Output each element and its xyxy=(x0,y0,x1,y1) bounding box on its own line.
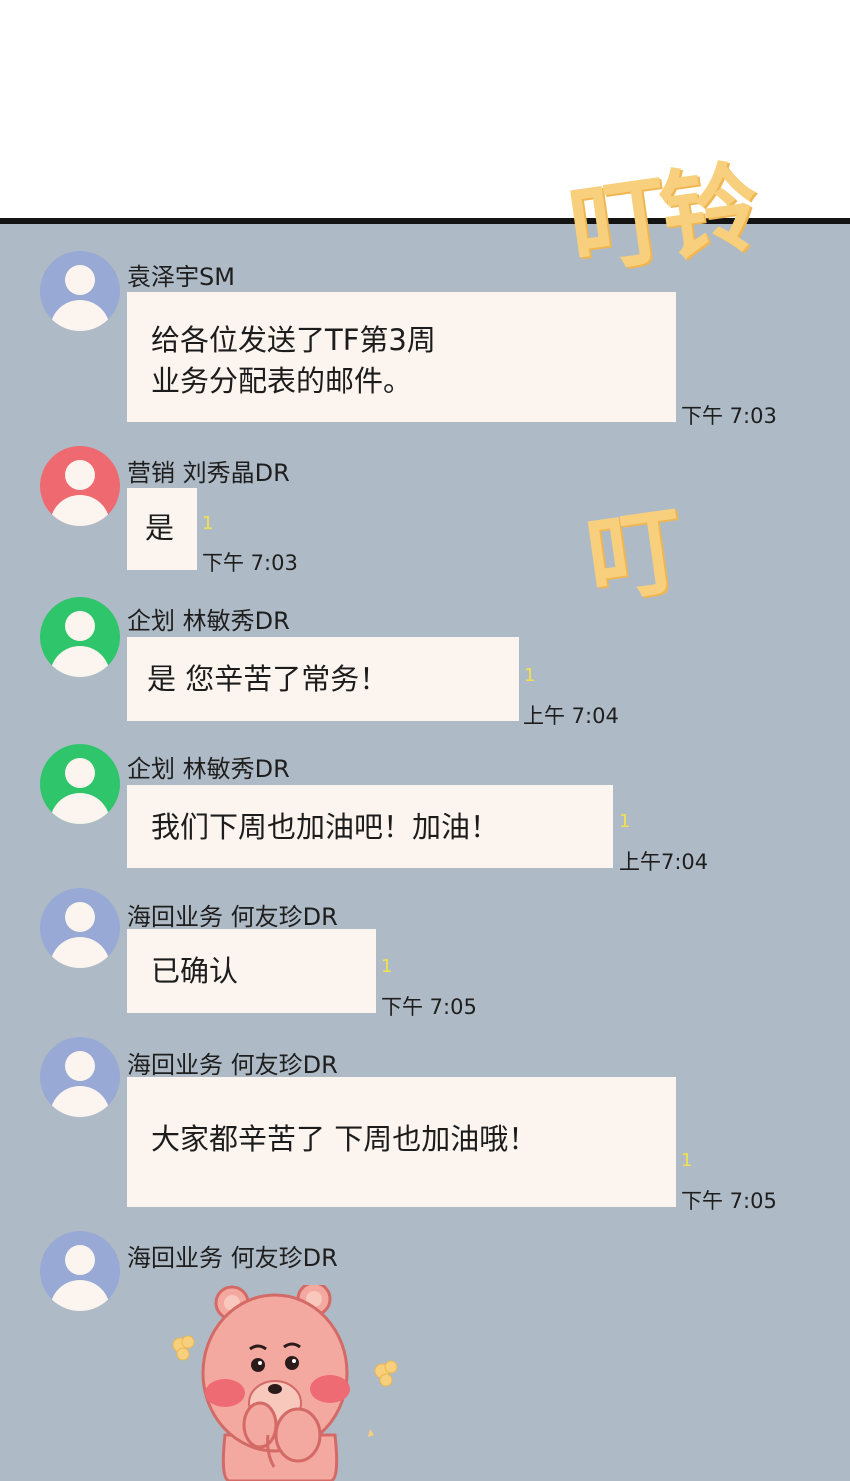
read-count: 1 xyxy=(524,665,536,686)
sparkle-icon xyxy=(374,1360,398,1387)
message-text: 大家都辛苦了 下周也加油哦！ xyxy=(151,1122,538,1156)
avatar[interactable] xyxy=(40,1231,120,1311)
avatar[interactable] xyxy=(40,744,120,824)
avatar[interactable] xyxy=(40,1037,120,1117)
message-time: 上午 7:04 xyxy=(523,704,619,728)
sfx-ding: 叮 xyxy=(579,494,685,618)
sender-name: 企划 林敏秀DR xyxy=(127,755,290,783)
avatar[interactable] xyxy=(40,888,120,968)
message-text: 已确认 xyxy=(151,954,239,988)
read-count: 1 xyxy=(681,1150,693,1171)
read-count: 1 xyxy=(202,513,214,534)
message-text: 是 xyxy=(145,511,175,545)
message-bubble[interactable]: 给各位发送了TF第3周 业务分配表的邮件。 xyxy=(127,292,676,422)
message-time: 下午 7:03 xyxy=(202,551,298,575)
message-bubble[interactable]: 是 xyxy=(127,488,197,570)
avatar[interactable] xyxy=(40,597,120,677)
sfx-ding-ling: 叮铃 xyxy=(562,150,761,290)
message-bubble[interactable]: 是 您辛苦了常务！ xyxy=(127,637,519,721)
pink-bear-sticker[interactable] xyxy=(170,1285,410,1481)
message-bubble[interactable]: 大家都辛苦了 下周也加油哦！ xyxy=(127,1077,676,1207)
avatar[interactable] xyxy=(40,251,120,331)
message-time: 下午 7:05 xyxy=(681,1189,777,1213)
sparkle-icon xyxy=(172,1335,195,1361)
sparkle-icon xyxy=(368,1429,374,1437)
message-text: 给各位发送了TF第3周 业务分配表的邮件。 xyxy=(151,323,436,398)
message-time: 下午 7:05 xyxy=(381,995,477,1019)
sender-name: 袁泽宇SM xyxy=(127,263,235,291)
sender-name: 海回业务 何友珍DR xyxy=(127,903,338,931)
sender-name: 海回业务 何友珍DR xyxy=(127,1244,338,1272)
avatar[interactable] xyxy=(40,446,120,526)
sender-name: 营销 刘秀晶DR xyxy=(127,459,290,487)
sender-name: 企划 林敏秀DR xyxy=(127,607,290,635)
message-text: 我们下周也加油吧！加油！ xyxy=(151,810,500,844)
message-time: 下午 7:03 xyxy=(681,404,777,428)
message-time: 上午7:04 xyxy=(619,850,709,874)
message-bubble[interactable]: 已确认 xyxy=(127,929,376,1013)
message-bubble[interactable]: 我们下周也加油吧！加油！ xyxy=(127,785,613,868)
read-count: 1 xyxy=(619,811,631,832)
read-count: 1 xyxy=(381,956,393,977)
sender-name: 海回业务 何友珍DR xyxy=(127,1051,338,1079)
message-text: 是 您辛苦了常务！ xyxy=(147,662,389,696)
